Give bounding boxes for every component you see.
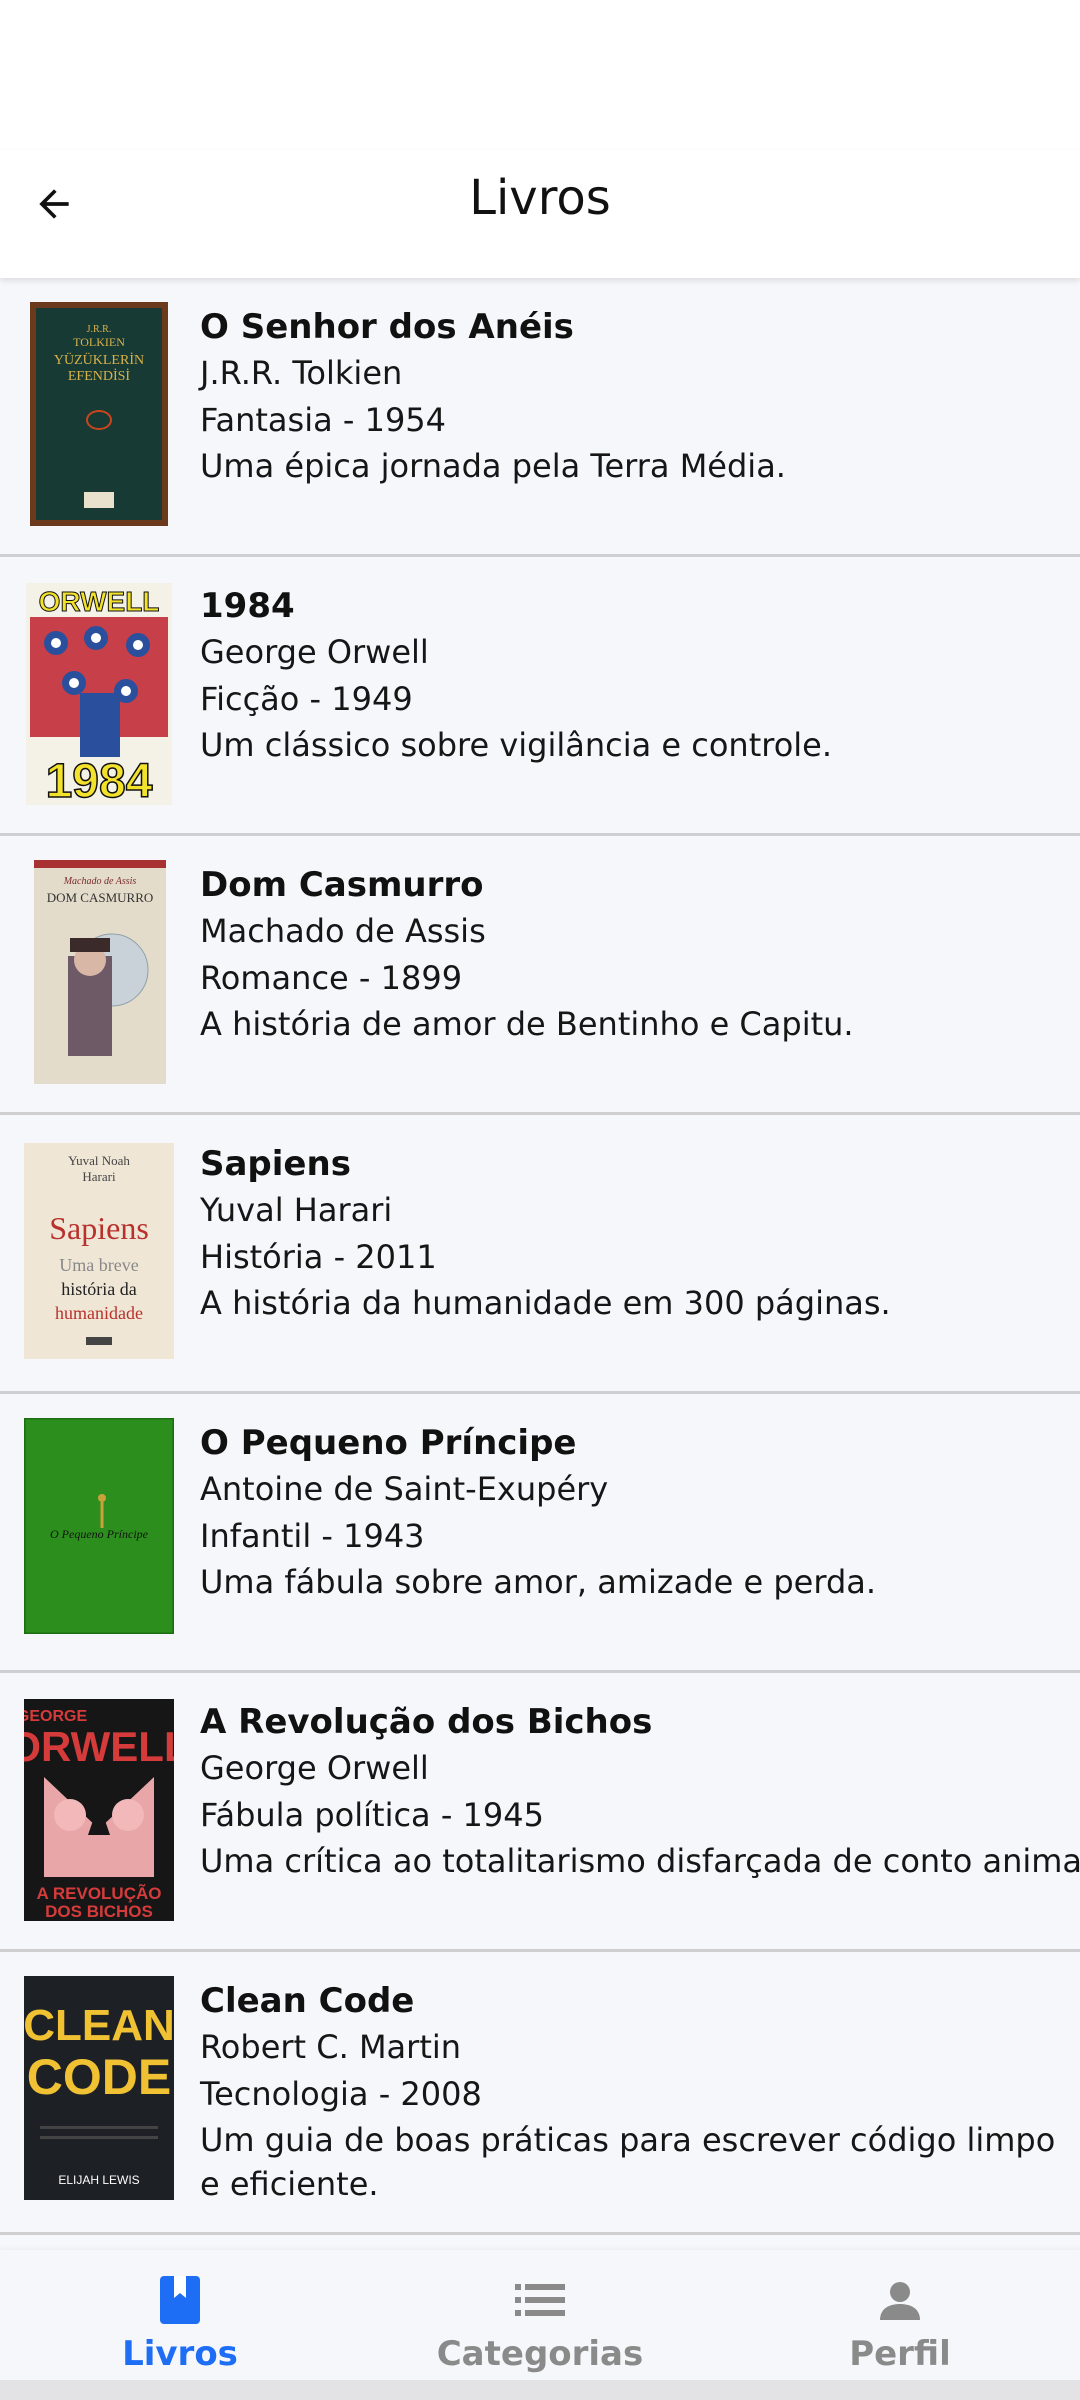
book-description: Uma crítica ao totalitarismo disfarçada … [200,1842,1080,1880]
cover-text: ORWELL [39,586,160,617]
cover-text: CLEAN [24,2001,174,2050]
nav-label-perfil: Perfil [849,2334,951,2374]
app-header: Livros [0,150,1080,278]
book-title: Sapiens [200,1144,351,1184]
cover-text: humanidade [55,1303,143,1323]
cover-text: ORWELL [24,1723,174,1770]
book-title: Clean Code [200,1981,415,2021]
book-item-pequeno-principe[interactable]: O Pequeno Príncipe O Pequeno Príncipe An… [0,1394,1080,1673]
cover-text: EFENDİSİ [68,368,131,384]
status-bar-area [0,0,1080,150]
nav-tab-livros[interactable]: Livros [0,2270,360,2380]
book-description: Um guia de boas práticas para escrever c… [200,2121,1056,2203]
book-description: A história da humanidade em 300 páginas. [200,1284,891,1322]
book-title: O Senhor dos Anéis [200,307,574,347]
book-genre-year: Ficção - 1949 [200,680,413,718]
book-author: George Orwell [200,633,429,671]
book-cover-revolucao-dos-bichos: GEORGE ORWELL A REVOLUÇÃO DOS BICHOS [24,1699,174,1923]
nav-tab-categorias[interactable]: Categorias [360,2270,720,2380]
book-cover-pequeno-principe: O Pequeno Príncipe [24,1418,174,1642]
cover-text: YÜZÜKLERİN [54,351,144,368]
book-description: Uma fábula sobre amor, amizade e perda. [200,1563,877,1601]
book-author: Antoine de Saint-Exupéry [200,1470,609,1508]
list-icon [360,2270,720,2330]
book-author: Machado de Assis [200,912,486,950]
book-genre-year: História - 2011 [200,1238,437,1276]
book-item-1984[interactable]: ORWELL 1984 1984 George Orwell Ficção - … [0,557,1080,836]
book-title: 1984 [200,586,295,626]
book-cover-dom-casmurro: Machado de Assis DOM CASMURRO [34,860,166,1084]
cover-text: DOS BICHOS [45,1902,153,1921]
page-title: Livros [469,170,611,226]
cover-text: Yuval Noah [68,1153,130,1168]
book-item-sapiens[interactable]: Yuval Noah Harari Sapiens Uma breve hist… [0,1115,1080,1394]
cover-text: Sapiens [49,1210,149,1246]
book-title: O Pequeno Príncipe [200,1423,577,1463]
book-author: Yuval Harari [200,1191,393,1229]
book-genre-year: Romance - 1899 [200,959,463,997]
book-icon [0,2270,360,2330]
book-author: George Orwell [200,1749,429,1787]
book-author: J.R.R. Tolkien [200,354,403,392]
book-cover-senhor-dos-aneis: J.R.R. TOLKIEN YÜZÜKLERİN EFENDİSİ [30,302,168,526]
cover-text: J.R.R. [87,324,112,335]
system-gesture-bar [0,2380,1080,2400]
book-cover-1984: ORWELL 1984 [26,583,172,807]
nav-label-livros: Livros [122,2334,238,2374]
book-genre-year: Fábula política - 1945 [200,1796,544,1834]
nav-label-categorias: Categorias [436,2334,644,2374]
book-genre-year: Infantil - 1943 [200,1517,425,1555]
cover-text: Uma breve [59,1255,138,1275]
book-author: Robert C. Martin [200,2028,462,2066]
book-item-revolucao-dos-bichos[interactable]: GEORGE ORWELL A REVOLUÇÃO DOS BICHOS A R… [0,1673,1080,1952]
cover-text: A REVOLUÇÃO [37,1883,162,1903]
cover-text: história da [61,1279,136,1299]
cover-text: O Pequeno Príncipe [50,1527,149,1541]
person-icon [720,2270,1080,2330]
book-description: Uma épica jornada pela Terra Média. [200,447,786,485]
nav-tab-perfil[interactable]: Perfil [720,2270,1080,2380]
bottom-navigation: Livros Categorias Perfil [0,2250,1080,2380]
book-item-dom-casmurro[interactable]: Machado de Assis DOM CASMURRO Dom Casmur… [0,836,1080,1115]
cover-text: TOLKIEN [73,335,125,349]
book-list[interactable]: J.R.R. TOLKIEN YÜZÜKLERİN EFENDİSİ O Sen… [0,278,1080,2250]
book-genre-year: Tecnologia - 2008 [200,2075,482,2113]
cover-text: ELIJAH LEWIS [58,2173,139,2187]
book-cover-sapiens: Yuval Noah Harari Sapiens Uma breve hist… [24,1143,174,1359]
book-cover-clean-code: CLEAN CODE ELIJAH LEWIS [24,1976,174,2200]
cover-text: 1984 [46,755,153,805]
book-description: Um clássico sobre vigilância e controle. [200,726,833,764]
book-title: A Revolução dos Bichos [200,1702,653,1742]
cover-text: Machado de Assis [63,876,137,887]
book-description: A história de amor de Bentinho e Capitu. [200,1005,854,1043]
book-genre-year: Fantasia - 1954 [200,401,447,439]
book-title: Dom Casmurro [200,865,484,905]
cover-text: CODE [27,2049,171,2105]
book-item-senhor-dos-aneis[interactable]: J.R.R. TOLKIEN YÜZÜKLERİN EFENDİSİ O Sen… [0,278,1080,557]
cover-text: Harari [82,1169,116,1184]
cover-text: DOM CASMURRO [47,890,154,905]
book-item-clean-code[interactable]: CLEAN CODE ELIJAH LEWIS Clean Code Rober… [0,1952,1080,2235]
